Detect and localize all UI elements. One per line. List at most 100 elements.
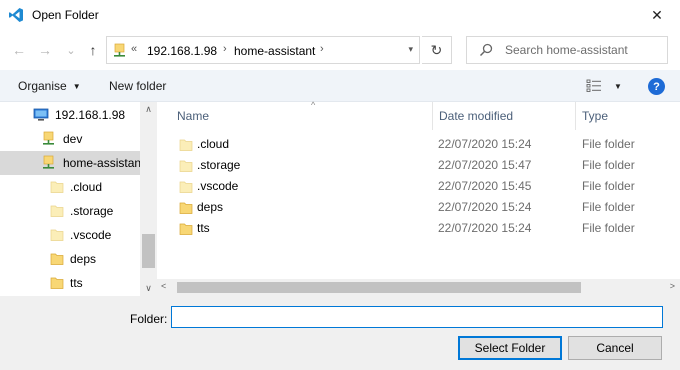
sort-ascending-icon: ^	[311, 100, 316, 110]
caret-down-icon: ▼	[72, 82, 81, 91]
chevron-down-icon[interactable]: ▾	[408, 44, 413, 55]
select-folder-label: Select Folder	[474, 341, 546, 355]
new-folder-button[interactable]: New folder	[109, 79, 166, 93]
up-arrow-icon: ↑	[89, 42, 97, 58]
folder-icon	[50, 181, 64, 193]
tree-item-label: .vscode	[70, 228, 112, 242]
file-date: 22/07/2020 15:47	[438, 158, 532, 172]
tree-item-label: 192.168.1.98	[55, 108, 126, 122]
tree-item-storage[interactable]: .storage	[0, 199, 140, 223]
tree-item-dev[interactable]: dev	[0, 127, 140, 151]
organise-label: Organise	[18, 79, 67, 93]
close-icon: ✕	[651, 6, 663, 23]
dialog-footer: Folder: Select Folder Cancel	[0, 296, 680, 370]
folder-icon	[179, 181, 193, 193]
back-arrow-icon: ←	[12, 42, 26, 58]
horizontal-scrollbar[interactable]: < >	[157, 279, 680, 296]
folder-icon	[50, 277, 64, 289]
folder-input[interactable]	[171, 306, 663, 328]
search-box[interactable]	[466, 36, 668, 64]
scrollbar-thumb[interactable]	[142, 234, 155, 268]
help-button[interactable]: ?	[648, 78, 665, 95]
network-folder-icon	[43, 155, 54, 169]
cancel-button[interactable]: Cancel	[568, 336, 662, 360]
address-bar[interactable]: « 192.168.1.98 › home-assistant › ▾	[106, 36, 420, 64]
tree-item-deps[interactable]: deps	[0, 247, 140, 271]
computer-icon	[33, 108, 49, 121]
folder-icon	[50, 253, 64, 265]
scroll-up-icon[interactable]: ∧	[140, 104, 157, 115]
new-folder-label: New folder	[109, 79, 167, 93]
tree-item-tts[interactable]: tts	[0, 271, 140, 295]
file-list: Name ^ Date modified Type .cloud 22/07/2…	[157, 100, 680, 296]
network-folder-icon	[114, 43, 125, 57]
window-title: Open Folder	[32, 8, 99, 22]
file-name: deps	[197, 200, 224, 214]
column-header-label: Name	[177, 109, 210, 123]
address-separator[interactable]: ›	[320, 43, 324, 55]
file-row[interactable]: .storage 22/07/2020 15:47 File folder	[175, 155, 665, 176]
tree-item-label: dev	[63, 132, 83, 146]
search-input[interactable]	[505, 42, 660, 58]
tree-item-host[interactable]: 192.168.1.98	[0, 103, 140, 127]
tree-scrollbar[interactable]: ∧ ∨	[140, 102, 157, 296]
column-header-label: Date modified	[439, 109, 514, 123]
file-type: File folder	[582, 158, 635, 172]
chevron-down-icon: ⌄	[66, 44, 76, 57]
organise-button[interactable]: Organise ▼	[18, 79, 81, 93]
scroll-right-icon[interactable]: >	[670, 281, 675, 291]
column-header-date[interactable]: Date modified	[433, 102, 576, 130]
tree-item-label: .cloud	[70, 180, 103, 194]
folder-icon	[179, 160, 193, 172]
file-row[interactable]: .cloud 22/07/2020 15:24 File folder	[175, 134, 665, 155]
refresh-button[interactable]: ↻	[422, 36, 452, 64]
network-folder-icon	[43, 131, 54, 145]
folder-label: Folder:	[130, 312, 168, 326]
file-name: .cloud	[197, 137, 230, 151]
column-header-name[interactable]: Name ^	[171, 100, 433, 130]
close-button[interactable]: ✕	[634, 0, 680, 30]
file-name: tts	[197, 221, 210, 235]
column-header-type[interactable]: Type	[576, 102, 680, 130]
file-date: 22/07/2020 15:24	[438, 221, 532, 235]
folder-icon	[179, 223, 193, 235]
scroll-left-icon[interactable]: <	[161, 281, 166, 291]
vscode-logo-icon	[9, 8, 23, 22]
scroll-down-icon[interactable]: ∨	[140, 283, 157, 294]
file-date: 22/07/2020 15:24	[438, 137, 532, 151]
tree-item-home-assistant[interactable]: home-assistant	[0, 151, 140, 175]
folder-icon	[50, 205, 64, 217]
refresh-icon: ↻	[430, 41, 443, 58]
tree-item-label: .storage	[70, 204, 114, 218]
folder-icon	[179, 139, 193, 151]
folder-icon	[179, 202, 193, 214]
address-segment-folder[interactable]: home-assistant	[234, 44, 315, 58]
file-type: File folder	[582, 200, 635, 214]
scrollbar-thumb[interactable]	[177, 282, 581, 293]
file-row[interactable]: deps 22/07/2020 15:24 File folder	[175, 197, 665, 218]
tree-item-vscode[interactable]: .vscode	[0, 223, 140, 247]
file-row[interactable]: .vscode 22/07/2020 15:45 File folder	[175, 176, 665, 197]
file-date: 22/07/2020 15:24	[438, 200, 532, 214]
folder-icon	[50, 229, 64, 241]
address-separator[interactable]: ›	[223, 43, 227, 55]
file-name: .storage	[197, 158, 241, 172]
cancel-label: Cancel	[596, 341, 634, 355]
file-date: 22/07/2020 15:45	[438, 179, 532, 193]
tree-item-cloud[interactable]: .cloud	[0, 175, 140, 199]
file-row[interactable]: tts 22/07/2020 15:24 File folder	[175, 218, 665, 239]
file-type: File folder	[582, 137, 635, 151]
address-segment-host[interactable]: 192.168.1.98	[147, 44, 217, 58]
forward-button[interactable]: →	[36, 40, 54, 60]
address-overflow[interactable]: «	[131, 43, 137, 55]
back-button[interactable]: ←	[10, 40, 28, 60]
select-folder-button[interactable]: Select Folder	[458, 336, 562, 360]
navigation-pane: 192.168.1.98 dev home-assistant .cloud .…	[0, 102, 157, 296]
file-name: .vscode	[197, 179, 239, 193]
file-type: File folder	[582, 179, 635, 193]
recent-locations-button[interactable]: ⌄	[62, 40, 80, 60]
up-button[interactable]: ↑	[84, 40, 102, 60]
details-view-icon	[586, 79, 601, 92]
change-view-button[interactable]: ▼	[586, 79, 622, 93]
file-type: File folder	[582, 221, 635, 235]
